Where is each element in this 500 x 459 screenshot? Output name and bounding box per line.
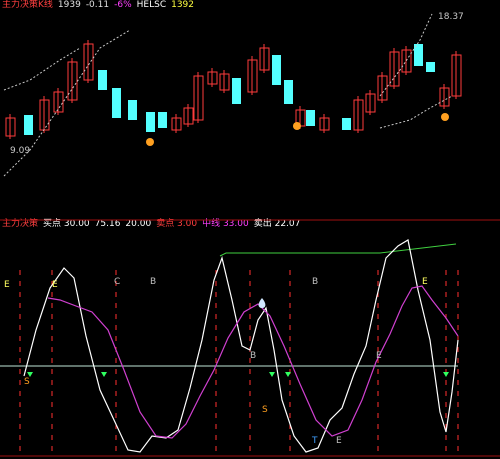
buy-arrow-icon — [269, 372, 275, 377]
buy-marker-icon — [441, 113, 449, 121]
stock-chart-window: 主力决策K线 1939 -0.11 -6% HELSC 1392 主力决策 买点 30.00… — [0, 0, 500, 459]
buy-marker-icon — [146, 138, 154, 146]
candle-down — [232, 78, 241, 104]
oscillator-magenta-line — [47, 285, 459, 439]
letter-label: B — [150, 277, 156, 287]
chart-canvas[interactable]: E E C B B E B E T E S S — [0, 0, 500, 459]
envelope-mid-left — [3, 47, 81, 91]
candle-down — [426, 62, 435, 72]
letter-label: E — [422, 277, 428, 287]
letter-label: B — [312, 277, 318, 287]
candle-down — [128, 100, 137, 120]
candle-down — [306, 110, 315, 126]
candle-down — [112, 88, 121, 118]
letter-label: C — [114, 277, 120, 287]
candle-down — [146, 112, 155, 132]
envelope-upper-left — [3, 29, 131, 177]
candle-down — [342, 118, 351, 130]
buy-arrow-icon — [443, 372, 449, 377]
alert-drop-icon — [258, 298, 266, 308]
letter-label: E — [376, 351, 382, 361]
candle-down — [98, 70, 107, 90]
buy-marker-icon — [293, 122, 301, 130]
signal-glyph: S — [24, 377, 30, 387]
letter-label: E — [336, 436, 342, 446]
letter-label: E — [52, 280, 58, 290]
buy-arrow-icon — [101, 372, 107, 377]
upper-reference-line — [219, 243, 457, 257]
candle-down — [284, 80, 293, 104]
letter-label: B — [250, 351, 256, 361]
oscillator-white-line — [23, 239, 459, 453]
envelope-lower-right — [379, 95, 453, 129]
candle-down — [158, 112, 167, 128]
buy-arrow-icon — [285, 372, 291, 377]
letter-label: E — [4, 280, 10, 290]
letter-label: T — [311, 436, 318, 446]
candle-down — [24, 115, 33, 135]
signal-glyph: S — [262, 405, 268, 415]
candle-down — [272, 55, 281, 85]
